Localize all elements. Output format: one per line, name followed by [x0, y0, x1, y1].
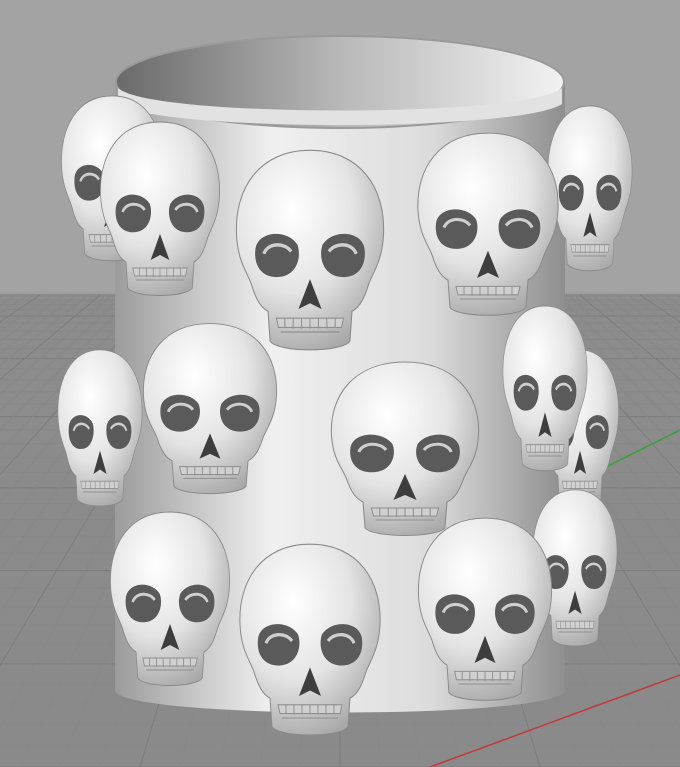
viewport-scene[interactable] [0, 0, 680, 767]
skull-cup-model[interactable] [56, 35, 634, 737]
3d-viewport[interactable] [0, 0, 680, 767]
